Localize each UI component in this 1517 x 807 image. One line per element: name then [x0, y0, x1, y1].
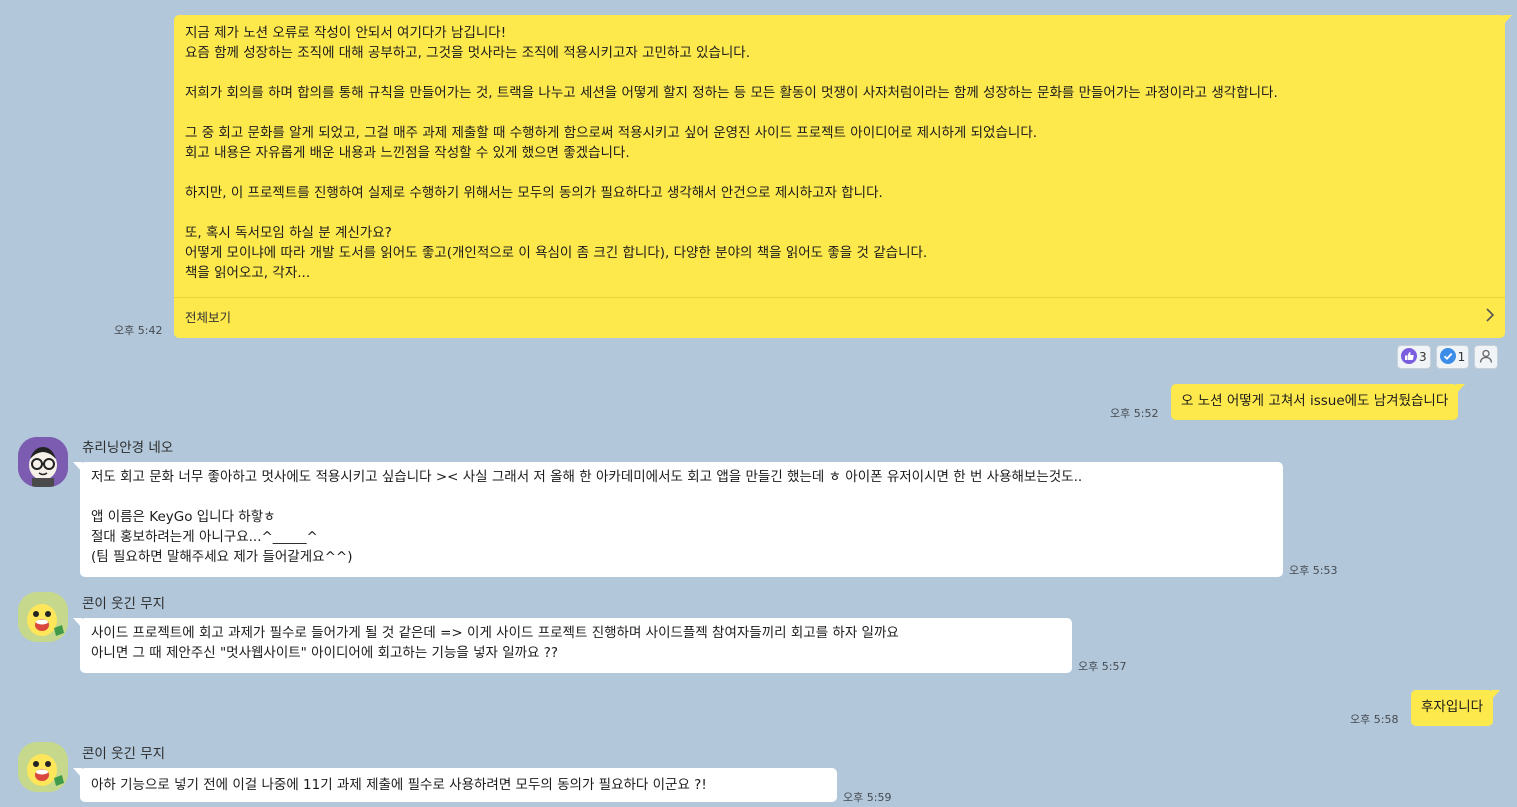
message-time: 오후 5:57 [1078, 660, 1127, 673]
message-line: 요즘 함께 성장하는 조직에 대해 공부하고, 그것을 멋사라는 조직에 적용시… [185, 45, 751, 61]
neo-character-icon [18, 437, 68, 487]
message-line [185, 203, 1494, 223]
message-bubble[interactable]: 사이드 프로젝트에 회고 과제가 필수로 들어가게 될 것 같은데 => 이게 … [73, 618, 1072, 673]
reaction-count: 3 [1419, 350, 1427, 364]
message-line [91, 487, 1272, 507]
reaction-like-button[interactable]: 3 [1397, 345, 1431, 369]
message-line [185, 63, 1494, 83]
message-line: 지금 제가 노션 오류로 작성이 안되서 여기다가 남깁니다! [185, 25, 507, 41]
message-time: 오후 5:59 [843, 791, 892, 804]
message-text: 후자입니다 [1421, 699, 1484, 715]
message-line: 어떻게 모이냐에 따라 개발 도서를 읽어도 좋고(개인적으로 이 욕심이 좀 … [185, 245, 928, 261]
see-all-button[interactable]: 전체보기 [174, 297, 1505, 338]
avatar[interactable] [18, 592, 68, 642]
muzi-character-icon [18, 742, 68, 792]
message-line: 저희가 회의를 하며 합의를 통해 규칙을 만들어가는 것, 트랙을 나누고 세… [185, 85, 1278, 101]
message-time: 오후 5:58 [1350, 713, 1399, 726]
message-line: (팀 필요하면 말해주세요 제가 들어갈게요^^) [91, 549, 353, 565]
thumbs-up-icon [1401, 347, 1417, 367]
reaction-readers-button[interactable] [1474, 345, 1499, 369]
reaction-bar: 3 1 [1397, 345, 1499, 369]
long-message-bubble[interactable]: 지금 제가 노션 오류로 작성이 안되서 여기다가 남깁니다! 요즘 함께 성장… [174, 15, 1512, 338]
message-bubble[interactable]: 저도 회고 문화 너무 좋아하고 멋사에도 적용시키고 싶습니다 >< 사실 그… [73, 462, 1283, 577]
message-line: 아니면 그 때 제안주신 "멋사웹사이트" 아이디어에 회고하는 기능을 넣자 … [91, 645, 559, 661]
avatar[interactable] [18, 437, 68, 487]
chevron-right-icon [1485, 308, 1495, 328]
message-line: 회고 내용은 자유롭게 배운 내용과 느낀점을 작성할 수 있게 했으면 좋겠습… [185, 145, 630, 161]
message-bubble[interactable]: 오 노션 어떻게 고쳐서 issue에도 남겨뒀습니다 [1171, 384, 1466, 420]
reaction-count: 1 [1457, 350, 1466, 364]
message-line: 사이드 프로젝트에 회고 과제가 필수로 들어가게 될 것 같은데 => 이게 … [91, 625, 899, 641]
sender-name: 츄리닝안경 네오 [82, 440, 174, 456]
message-line [185, 163, 1494, 183]
reaction-check-button[interactable]: 1 [1435, 345, 1470, 369]
message-text: 오 노션 어떻게 고쳐서 issue에도 남겨뒀습니다 [1181, 393, 1449, 409]
muzi-character-icon [18, 592, 68, 642]
message-time: 오후 5:42 [114, 324, 163, 337]
message-line: 앱 이름은 KeyGo 입니다 하핳ㅎ [91, 509, 276, 525]
message-line: 그 중 회고 문화를 알게 되었고, 그걸 매주 과제 제출할 때 수행하게 함… [185, 125, 1038, 141]
check-icon [1439, 347, 1456, 367]
avatar[interactable] [18, 742, 68, 792]
message-line [185, 103, 1494, 123]
message-text: 지금 제가 노션 오류로 작성이 안되서 여기다가 남깁니다! 요즘 함께 성장… [174, 15, 1505, 283]
sender-name: 콘이 웃긴 무지 [82, 746, 166, 762]
see-all-label: 전체보기 [185, 310, 232, 325]
message-line: 책을 읽어오고, 각자... [185, 265, 311, 281]
message-time: 오후 5:52 [1110, 407, 1159, 420]
message-line: 저도 회고 문화 너무 좋아하고 멋사에도 적용시키고 싶습니다 >< 사실 그… [91, 469, 1083, 485]
message-line: 또, 혹시 독서모임 하실 분 계신가요? [185, 225, 392, 241]
message-line: 절대 홍보하려는게 아니구요...^_____^ [91, 529, 318, 545]
message-text: 아하 기능으로 넣기 전에 이걸 나중에 11기 과제 제출에 필수로 사용하려… [91, 777, 707, 793]
message-line: 하지만, 이 프로젝트를 진행하여 실제로 수행하기 위해서는 모두의 동의가 … [185, 185, 883, 201]
message-time: 오후 5:53 [1289, 564, 1338, 577]
person-icon [1478, 348, 1494, 367]
message-bubble[interactable]: 아하 기능으로 넣기 전에 이걸 나중에 11기 과제 제출에 필수로 사용하려… [73, 768, 837, 802]
message-bubble[interactable]: 후자입니다 [1411, 690, 1501, 726]
sender-name: 콘이 웃긴 무지 [82, 596, 166, 612]
